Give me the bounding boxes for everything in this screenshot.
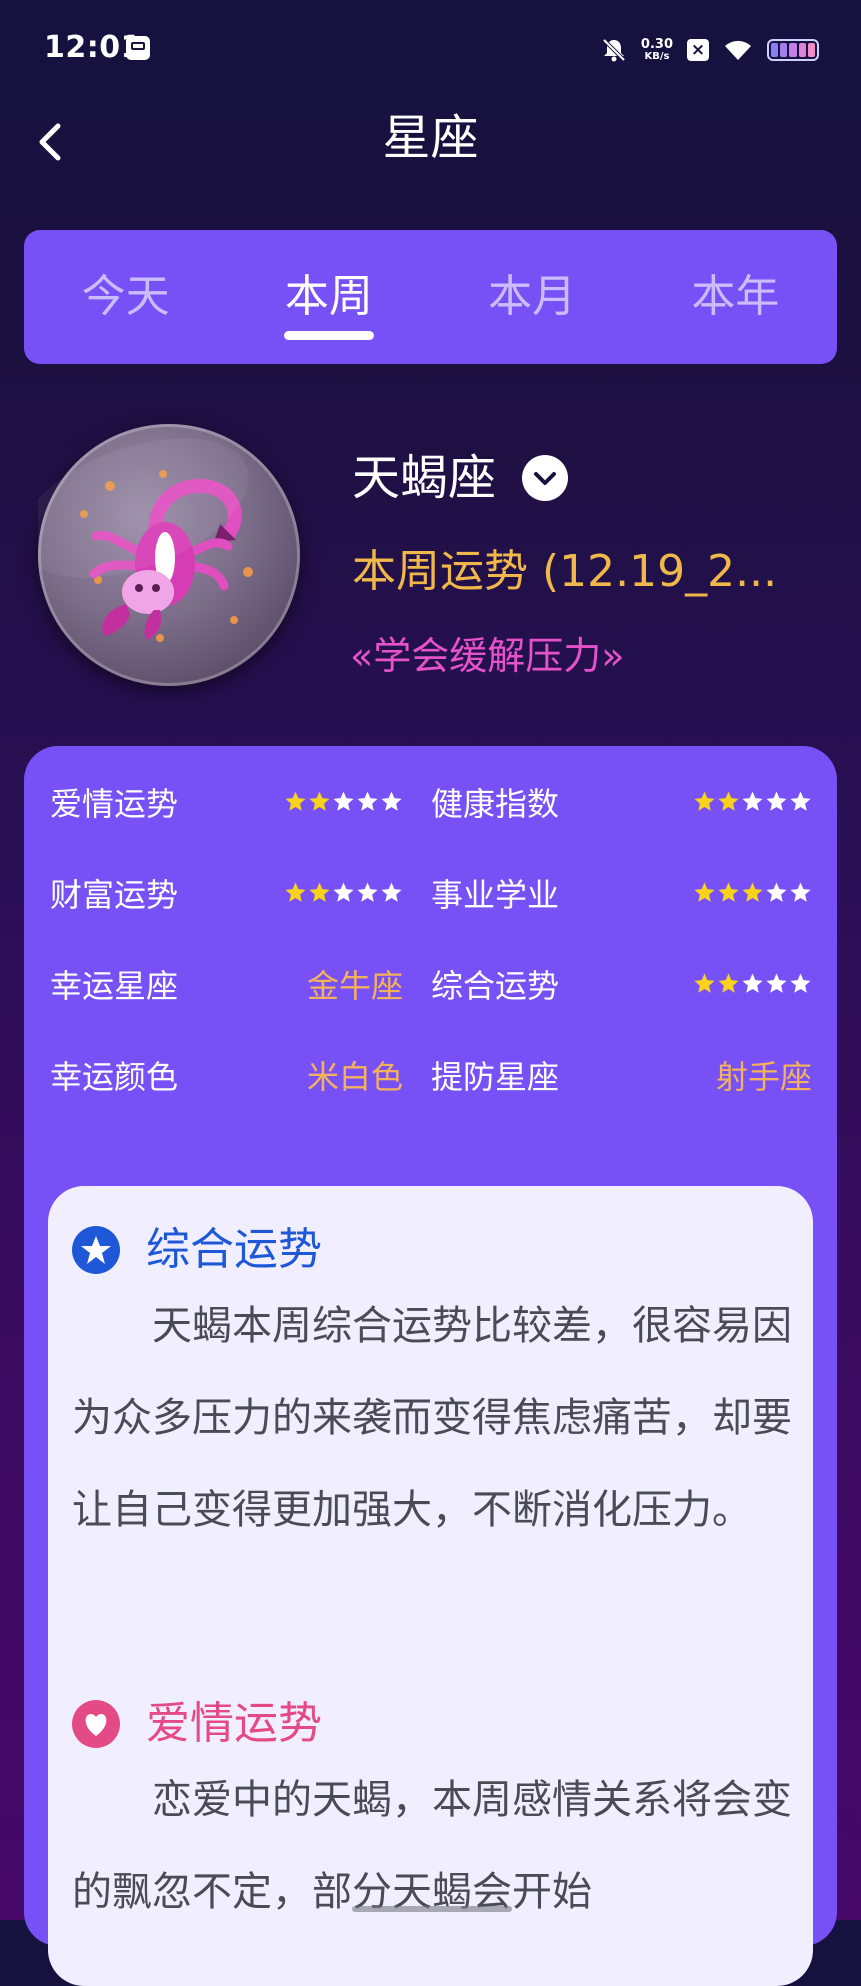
star-empty-icon [381,791,402,811]
star-empty-icon [742,973,763,993]
star-empty-icon [790,791,811,811]
star-filled-icon [718,791,739,811]
fortune-row: 幸运星座 金牛座 综合运势 [50,968,812,1059]
star-filled-icon [285,791,306,811]
beware-sign-value: 射手座 [715,1058,812,1096]
fortune-row: 幸运颜色 米白色 提防星座 射手座 [50,1059,812,1150]
overall-section-text: 天蝎本周综合运势比较差，很容易因为众多压力的来袭而变得焦虑痛苦，却要让自己变得更… [72,1303,792,1533]
chevron-down-icon[interactable] [522,455,569,501]
overall-section-title: 综合运势 [146,1224,322,1275]
star-filled-icon [285,882,306,902]
overall-section-header: 综合运势 [72,1222,322,1278]
beware-sign: 提防星座 射手座 [431,1059,812,1150]
fortune-label: 幸运颜色 [50,1058,179,1096]
sim-icon [126,36,150,60]
fortune-label: 爱情运势 [50,785,179,823]
tab-label: 本月 [488,271,577,322]
net-speed-value: 0.30 [640,37,673,52]
fortune-label: 综合运势 [431,967,560,1005]
star-empty-icon [333,882,354,902]
star-icon [72,1226,120,1274]
career-star-rating [693,881,812,904]
star-empty-icon [790,882,811,902]
fortune-label: 事业学业 [431,876,560,914]
star-filled-icon [694,973,715,993]
lucky-color: 幸运颜色 米白色 [50,1059,431,1150]
overall-star-rating [693,972,812,995]
health-index: 健康指数 [431,786,812,877]
tab-label: 今天 [81,271,170,322]
health-star-rating [693,790,812,813]
love-section-title: 爱情运势 [146,1698,322,1749]
star-filled-icon [694,791,715,811]
page-title: 星座 [382,110,479,166]
love-section-header: 爱情运势 [72,1696,322,1752]
star-empty-icon [742,791,763,811]
tab-this-week[interactable]: 本周 [227,230,430,364]
fortune-label: 幸运星座 [50,967,179,1005]
tab-today[interactable]: 今天 [24,230,227,364]
star-filled-icon [309,791,330,811]
tab-label: 本周 [284,271,373,322]
fortune-row: 爱情运势 健康指数 [50,786,812,877]
scorpio-emblem [19,424,300,686]
star-empty-icon [790,973,811,993]
star-filled-icon [694,882,715,902]
home-indicator[interactable] [352,1906,512,1912]
star-filled-icon [309,882,330,902]
status-bar: 12:01 0.30 KB/s × [0,0,861,100]
period-range: 本周运势 (12.19_2... [352,546,778,597]
tab-this-month[interactable]: 本月 [431,230,634,364]
career-fortune: 事业学业 [431,877,812,968]
star-filled-icon [718,882,739,902]
fortune-detail-panel: 综合运势 天蝎本周综合运势比较差，很容易因为众多压力的来袭而变得焦虑痛苦，却要让… [48,1186,813,1986]
fortune-label: 财富运势 [50,876,179,914]
star-empty-icon [766,882,787,902]
star-empty-icon [766,791,787,811]
overall-fortune: 综合运势 [431,968,812,1059]
net-speed: 0.30 KB/s [641,38,673,62]
weekly-motto: «学会缓解压力» [350,634,625,678]
tab-active-indicator [283,331,374,340]
net-speed-unit: KB/s [644,51,670,62]
fortune-label: 提防星座 [431,1058,560,1096]
lucky-color-value: 米白色 [306,1058,403,1096]
scorpion-icon [19,438,253,642]
star-empty-icon [357,791,378,811]
sign-selector[interactable]: 天蝎座 [352,448,569,508]
sign-name: 天蝎座 [352,450,497,506]
battery-icon [767,39,819,61]
mute-icon [602,38,626,62]
fortune-row: 财富运势 事业学业 [50,877,812,968]
fortune-card: 爱情运势 健康指数 财富运势 事业学业 幸运星座 金牛座 综合运势 幸运颜色 米… [24,746,837,1986]
tab-this-year[interactable]: 本年 [634,230,837,364]
heart-icon [72,1700,120,1748]
love-star-rating [284,790,403,813]
tab-label: 本年 [691,271,780,322]
lucky-sign: 幸运星座 金牛座 [50,968,431,1059]
fortune-label: 健康指数 [431,785,560,823]
close-box-icon: × [687,39,709,61]
wealth-fortune: 财富运势 [50,877,431,968]
star-filled-icon [718,973,739,993]
fortune-grid: 爱情运势 健康指数 财富运势 事业学业 幸运星座 金牛座 综合运势 幸运颜色 米… [50,786,812,1150]
star-empty-icon [381,882,402,902]
lucky-sign-value: 金牛座 [306,967,403,1005]
wealth-star-rating [284,881,403,904]
star-filled-icon [742,882,763,902]
star-empty-icon [357,882,378,902]
period-tabs: 今天 本周 本月 本年 [24,230,837,364]
star-empty-icon [333,791,354,811]
status-icons: 0.30 KB/s × [601,30,819,70]
wifi-icon [725,40,751,60]
star-empty-icon [766,973,787,993]
love-fortune: 爱情运势 [50,786,431,877]
